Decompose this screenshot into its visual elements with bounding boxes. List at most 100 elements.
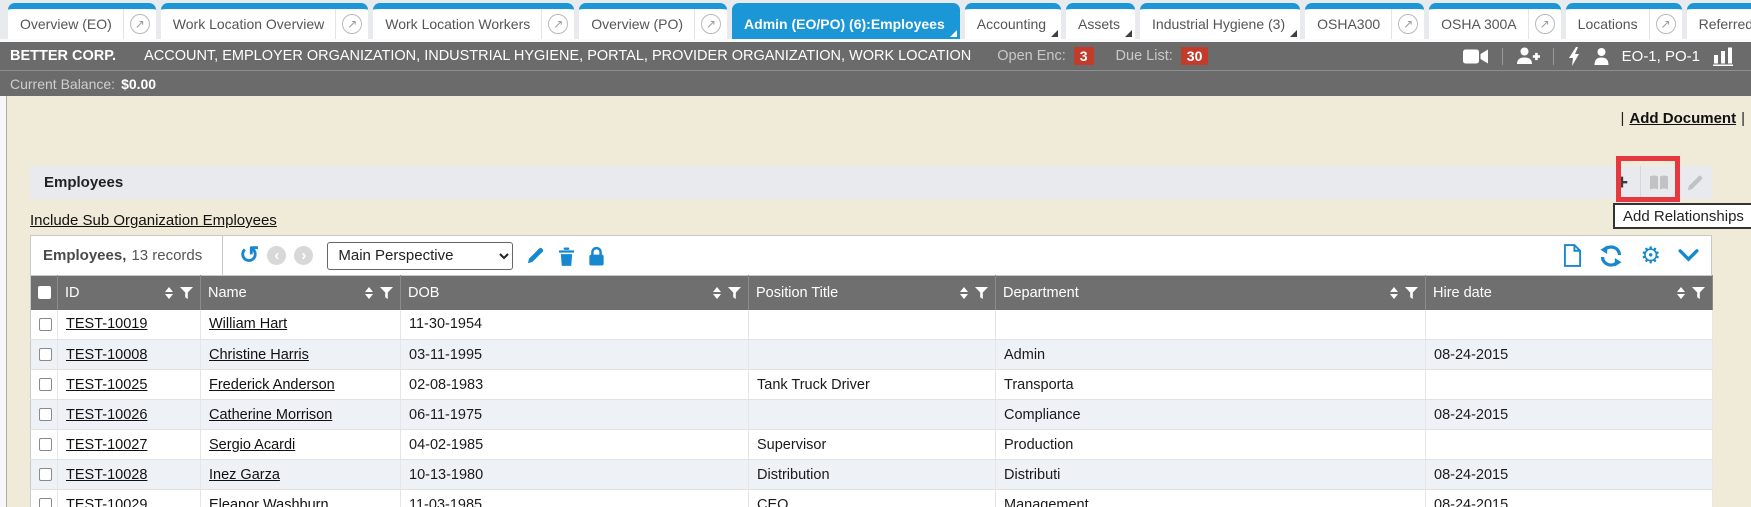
perspective-select[interactable]: Main Perspective (327, 242, 513, 270)
tab-popout-button[interactable]: ↗ (1391, 9, 1424, 39)
column-header-label: Department (1003, 285, 1079, 301)
include-sub-organization-link[interactable]: Include Sub Organization Employees (30, 212, 277, 229)
add-person-icon[interactable] (1516, 47, 1540, 65)
tab-accounting[interactable]: Accounting (965, 3, 1061, 39)
employee-name-link[interactable]: Frederick Anderson (209, 377, 335, 393)
tab-popout-button[interactable]: ↗ (123, 9, 156, 39)
open-enc-stat: Open Enc: 3 (997, 47, 1093, 65)
row-checkbox[interactable] (39, 318, 52, 331)
tab-osha-300a[interactable]: OSHA 300A ↗ (1429, 3, 1561, 39)
chevron-down-icon[interactable] (1678, 249, 1699, 262)
tab-assets[interactable]: Assets (1066, 3, 1135, 39)
column-header-name[interactable]: Name (201, 276, 401, 310)
employee-id-link[interactable]: TEST-10029 (66, 497, 147, 507)
sort-icon[interactable] (713, 287, 721, 299)
employee-id-link[interactable]: TEST-10028 (66, 467, 147, 483)
tab-overview-eo[interactable]: Overview (EO) ↗ (8, 3, 156, 39)
filter-funnel-icon[interactable] (728, 287, 741, 299)
table-row: TEST-10026 Catherine Morrison 06-11-1975… (31, 400, 1713, 430)
row-checkbox[interactable] (39, 498, 52, 507)
tab-popout-button[interactable]: ↗ (1649, 9, 1682, 39)
column-header-position-title[interactable]: Position Title (749, 276, 996, 310)
filter-funnel-icon[interactable] (1405, 287, 1418, 299)
sort-icon[interactable] (1390, 287, 1398, 299)
employee-id-link[interactable]: TEST-10008 (66, 347, 147, 363)
person-icon[interactable] (1594, 48, 1609, 65)
employee-id-link[interactable]: TEST-10026 (66, 407, 147, 423)
table-row: TEST-10008 Christine Harris 03-11-1995 A… (31, 340, 1713, 370)
tab-popout-button[interactable]: ↗ (694, 9, 727, 39)
sort-icon[interactable] (365, 287, 373, 299)
dob-cell: 04-02-1985 (401, 430, 749, 460)
hire-date-cell (1426, 430, 1713, 460)
employee-name-link[interactable]: Eleanor Washburn (209, 497, 329, 507)
sort-icon[interactable] (960, 287, 968, 299)
dob-cell: 06-11-1975 (401, 400, 749, 430)
next-page-button[interactable]: › (294, 246, 313, 265)
column-header-label: Hire date (1433, 285, 1492, 301)
delete-trash-icon[interactable] (558, 246, 575, 266)
lock-icon[interactable] (588, 246, 605, 266)
table-row: TEST-10028 Inez Garza 10-13-1980 Distrib… (31, 460, 1713, 490)
lightning-icon[interactable] (1567, 47, 1581, 66)
column-header-department[interactable]: Department (996, 276, 1426, 310)
undo-icon[interactable]: ↺ (239, 244, 259, 268)
tab-locations[interactable]: Locations ↗ (1566, 3, 1682, 39)
book-icon[interactable] (1640, 166, 1676, 199)
tab-popout-button[interactable]: ↗ (335, 9, 368, 39)
dob-cell: 11-03-1985 (401, 490, 749, 507)
bar-chart-icon[interactable] (1713, 47, 1735, 66)
row-checkbox[interactable] (39, 438, 52, 451)
row-checkbox[interactable] (39, 378, 52, 391)
tab-overview-po[interactable]: Overview (PO) ↗ (579, 3, 727, 39)
video-camera-icon[interactable] (1463, 48, 1489, 65)
table-row: TEST-10027 Sergio Acardi 04-02-1985 Supe… (31, 430, 1713, 460)
tab-referred-orders[interactable]: Referred Orders ↗ (1687, 3, 1751, 39)
new-document-icon[interactable] (1563, 244, 1582, 267)
column-header-label: Position Title (756, 285, 838, 301)
table-row: TEST-10029 Eleanor Washburn 11-03-1985 C… (31, 490, 1713, 507)
tab-admin-eo-po-6-employees[interactable]: Admin (EO/PO) (6):Employees (732, 3, 960, 39)
filter-funnel-icon[interactable] (1692, 287, 1705, 299)
tab-work-location-overview[interactable]: Work Location Overview ↗ (161, 3, 368, 39)
add-relationships-button[interactable]: + (1604, 166, 1640, 199)
employee-name-link[interactable]: Sergio Acardi (209, 437, 295, 453)
employee-name-link[interactable]: Inez Garza (209, 467, 280, 483)
tab-popout-button[interactable]: ↗ (1528, 9, 1561, 39)
sort-icon[interactable] (165, 287, 173, 299)
filter-funnel-icon[interactable] (975, 287, 988, 299)
sort-icon[interactable] (1677, 287, 1685, 299)
tab-industrial-hygiene-3[interactable]: Industrial Hygiene (3) (1140, 3, 1300, 39)
dob-cell: 03-11-1995 (401, 340, 749, 370)
column-header-dob[interactable]: DOB (401, 276, 749, 310)
open-new-window-icon: ↗ (342, 14, 362, 34)
left-splitter[interactable] (0, 96, 7, 507)
employee-name-link[interactable]: Catherine Morrison (209, 407, 332, 423)
refresh-icon[interactable] (1599, 245, 1623, 267)
add-document-link[interactable]: Add Document (1629, 110, 1736, 127)
tab-popout-button[interactable]: ↗ (541, 9, 574, 39)
filter-funnel-icon[interactable] (380, 287, 393, 299)
employee-id-link[interactable]: TEST-10019 (66, 316, 147, 332)
select-all-checkbox[interactable] (38, 286, 51, 299)
row-checkbox[interactable] (39, 408, 52, 421)
row-checkbox[interactable] (39, 348, 52, 361)
gear-icon[interactable]: ⚙ (1640, 244, 1661, 267)
edit-perspective-pencil-icon[interactable] (526, 246, 545, 265)
hire-date-cell: 08-24-2015 (1426, 490, 1713, 507)
filter-funnel-icon[interactable] (180, 287, 193, 299)
tab-label: Overview (PO) (591, 16, 694, 32)
employee-name-link[interactable]: William Hart (209, 316, 287, 332)
tab-work-location-workers[interactable]: Work Location Workers ↗ (373, 3, 574, 39)
column-header-id[interactable]: ID (58, 276, 201, 310)
tab-osha300[interactable]: OSHA300 ↗ (1305, 3, 1424, 39)
position-title-cell (749, 340, 996, 370)
employee-id-link[interactable]: TEST-10025 (66, 377, 147, 393)
edit-pencil-icon-disabled[interactable] (1676, 166, 1712, 199)
department-cell: Production (996, 430, 1426, 460)
prev-page-button[interactable]: ‹ (267, 246, 286, 265)
employee-name-link[interactable]: Christine Harris (209, 347, 309, 363)
employee-id-link[interactable]: TEST-10027 (66, 437, 147, 453)
column-header-hire-date[interactable]: Hire date (1426, 276, 1713, 310)
row-checkbox[interactable] (39, 468, 52, 481)
